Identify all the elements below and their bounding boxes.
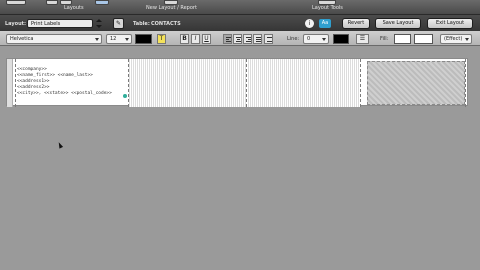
- line-width-dropdown-icon: [322, 38, 326, 41]
- column-divider-3: [360, 59, 361, 107]
- line-spacing-icon: [267, 37, 272, 38]
- size-dropdown-icon: [125, 38, 129, 41]
- margin-guide: [15, 59, 16, 107]
- info-icon[interactable]: i: [305, 19, 314, 28]
- line-width-value: 0: [307, 36, 311, 42]
- align-justify-button[interactable]: [253, 34, 262, 44]
- new-layout-section-label: New Layout / Report: [146, 5, 197, 11]
- format-bar: Helvetica 12 T B I U Line: 0 ☰ Fill: (Ef…: [0, 31, 480, 46]
- fill-label: Fill:: [380, 36, 389, 42]
- font-dropdown-icon: [95, 38, 99, 41]
- layout-canvas[interactable]: <<company>> <<name_first>> <<name_last>>…: [0, 46, 480, 270]
- manage-layouts-icon[interactable]: ✎: [113, 18, 124, 29]
- label-column-3: [247, 59, 360, 107]
- effect-dropdown-icon: [465, 38, 469, 41]
- italic-button[interactable]: I: [191, 34, 200, 44]
- fill-color-swatch[interactable]: [394, 34, 411, 44]
- layout-tools-section-label: Layout Tools: [312, 5, 343, 11]
- mouse-cursor-icon: [56, 141, 64, 149]
- revert-button[interactable]: Revert: [342, 18, 370, 29]
- font-select-value: Helvetica: [10, 36, 34, 42]
- layout-bar: Layout: Print Labels ✎ Table: CONTACTS i…: [0, 14, 480, 31]
- column-divider-4: [465, 59, 466, 107]
- font-select[interactable]: Helvetica: [6, 34, 102, 44]
- align-left-icon: [226, 37, 231, 38]
- effect-select[interactable]: (Effect): [440, 34, 472, 44]
- layouts-section-label: Layouts: [64, 5, 84, 11]
- highlight-button[interactable]: T: [157, 34, 166, 44]
- fill-pattern-swatch[interactable]: [414, 34, 433, 44]
- unused-label-region: [367, 61, 465, 105]
- align-right-icon: [246, 37, 251, 38]
- layouts-button[interactable]: [6, 0, 26, 5]
- layout-select[interactable]: Print Labels: [27, 19, 93, 28]
- vertical-ruler: [7, 59, 13, 107]
- toolbar-button-4[interactable]: [95, 0, 109, 5]
- city-state-zip-field[interactable]: <<city>>, <<state>> <<postal_code>>: [17, 91, 112, 97]
- table-value: CONTACTS: [151, 21, 181, 27]
- save-layout-button[interactable]: Save Layout: [375, 18, 421, 29]
- line-pattern-button[interactable]: ☰: [356, 34, 369, 44]
- underline-button[interactable]: U: [202, 34, 211, 44]
- selection-handle-icon[interactable]: [123, 94, 127, 98]
- table-label: Table:: [133, 21, 150, 27]
- line-spacing-button[interactable]: [264, 34, 273, 44]
- align-justify-icon: [256, 37, 261, 38]
- align-left-button[interactable]: [223, 34, 232, 44]
- align-center-icon: [236, 37, 241, 38]
- size-select[interactable]: 12: [106, 34, 132, 44]
- column-divider-1: [128, 59, 129, 107]
- bold-button[interactable]: B: [180, 34, 189, 44]
- top-toolbar: Layouts New Layout / Report Layout Tools: [0, 0, 480, 14]
- effect-select-value: (Effect): [444, 36, 463, 42]
- label-layout-area[interactable]: <<company>> <<name_first>> <<name_last>>…: [6, 58, 468, 107]
- label-column-2: [128, 59, 246, 107]
- layout-select-arrows-icon[interactable]: [96, 18, 102, 29]
- toolbar-button-2[interactable]: [46, 0, 58, 5]
- align-center-button[interactable]: [233, 34, 242, 44]
- line-label: Line:: [287, 36, 300, 42]
- size-select-value: 12: [110, 36, 117, 42]
- align-right-button[interactable]: [243, 34, 252, 44]
- aa-button[interactable]: Aa: [319, 19, 331, 28]
- line-color-swatch[interactable]: [333, 34, 349, 44]
- exit-layout-button[interactable]: Exit Layout: [427, 18, 473, 29]
- line-width-select[interactable]: 0: [303, 34, 329, 44]
- text-color-swatch[interactable]: [135, 34, 152, 44]
- layout-label: Layout:: [5, 21, 27, 27]
